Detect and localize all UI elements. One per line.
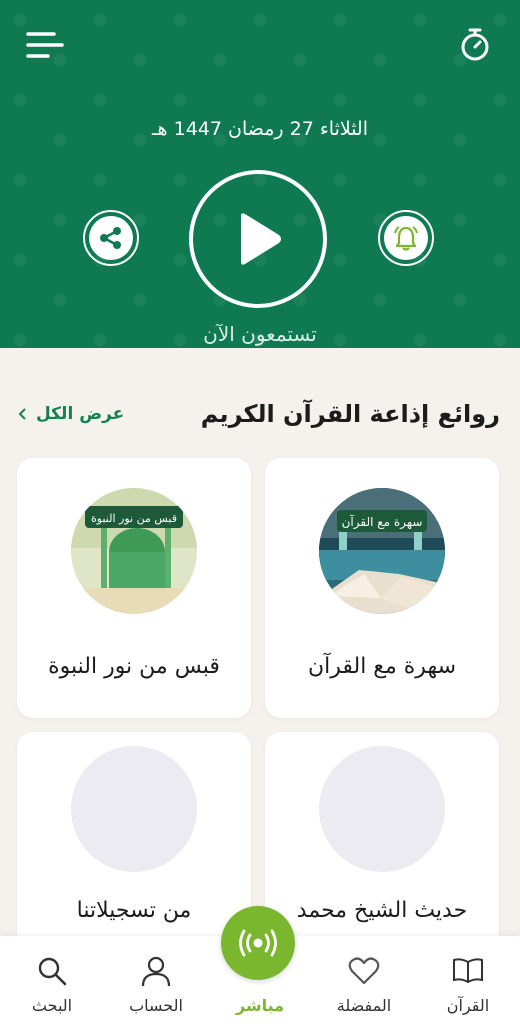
tab-favorites[interactable]: المفضلة [312, 936, 416, 1024]
share-button-inner [89, 216, 133, 260]
menu-button[interactable] [24, 28, 64, 62]
tab-search[interactable]: البحث [0, 936, 104, 1024]
hamburger-icon [26, 32, 64, 58]
svg-text:قبس من نور النبوة: قبس من نور النبوة [91, 512, 177, 525]
tab-account[interactable]: الحساب [104, 936, 208, 1024]
play-icon [241, 213, 281, 265]
hijri-date: الثلاثاء 27 رمضان 1447 هـ [151, 118, 369, 140]
book-icon [453, 958, 483, 984]
play-button[interactable] [189, 170, 327, 308]
program-card[interactable]: حديث الشيخ محمد [265, 732, 499, 962]
user-icon [141, 956, 171, 987]
stopwatch-icon [461, 28, 489, 61]
program-card[interactable]: من تسجيلاتنا [17, 732, 251, 962]
now-listening-label: تستمعون الآن [203, 322, 317, 346]
svg-text:سهرة مع القرآن: سهرة مع القرآن [342, 514, 423, 530]
chevron-left-icon [18, 408, 26, 420]
alarm-button[interactable] [378, 210, 434, 266]
program-image-placeholder [319, 746, 445, 872]
heart-icon [348, 957, 380, 985]
search-icon [38, 957, 67, 986]
program-title: سهرة مع القرآن [307, 654, 457, 679]
program-image-placeholder [71, 746, 197, 872]
live-button[interactable] [221, 906, 295, 980]
tab-quran[interactable]: القرآن [416, 936, 520, 1024]
alarm-button-inner [384, 216, 428, 260]
view-all-label: عرض الكل [36, 404, 125, 424]
section-title: روائع إذاعة القرآن الكريم [200, 400, 500, 428]
program-title: حديث الشيخ محمد [296, 898, 468, 923]
share-button[interactable] [83, 210, 139, 266]
view-all-link[interactable]: عرض الكل [18, 404, 124, 424]
player-header: الثلاثاء 27 رمضان 1447 هـ تستمعون الآن [0, 0, 520, 348]
live-broadcast-icon [239, 929, 277, 957]
program-card[interactable]: قبس من نور النبوة قبس من نور النبوة [17, 458, 251, 718]
program-title: من تسجيلاتنا [76, 898, 192, 923]
tab-label: المفضلة [336, 996, 392, 1015]
program-title: قبس من نور النبوة [48, 654, 220, 679]
tab-label: القرآن [446, 996, 490, 1015]
tab-label: مباشر [235, 996, 285, 1015]
program-image: قبس من نور النبوة [71, 488, 197, 614]
sleep-timer-button[interactable] [456, 26, 494, 64]
share-icon [100, 227, 121, 249]
section-header: روائع إذاعة القرآن الكريم عرض الكل [0, 392, 520, 440]
program-card[interactable]: سهرة مع القرآن سهرة مع القرآن [265, 458, 499, 718]
tab-label: الحساب [129, 996, 183, 1015]
program-image: سهرة مع القرآن [319, 488, 445, 614]
tab-label: البحث [31, 996, 73, 1015]
alarm-bell-icon [394, 226, 418, 251]
